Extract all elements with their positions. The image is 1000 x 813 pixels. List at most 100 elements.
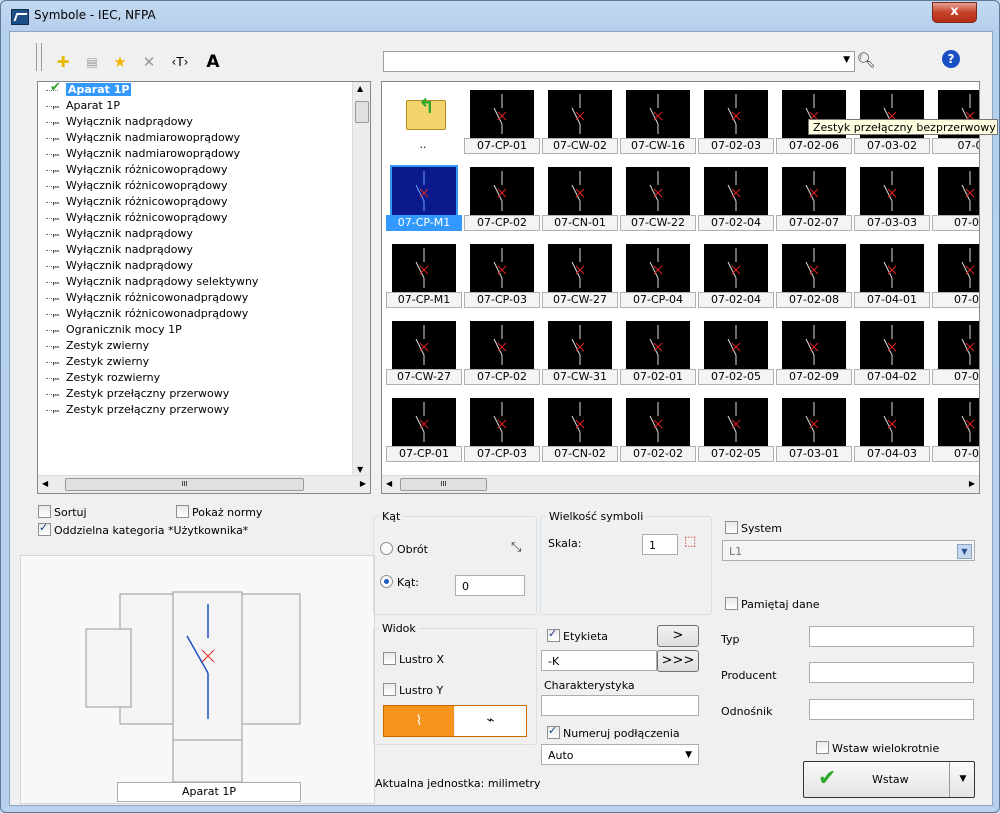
tree-item[interactable]: ⌐ Zestyk rozwierny [38,370,160,386]
chevron-down-icon[interactable]: ▼ [685,745,692,766]
checkbox-box[interactable] [176,505,189,518]
label-checkbox[interactable]: Etykieta [547,627,608,643]
symbol-cell[interactable]: 07-02-04 [698,163,774,233]
add-category-icon[interactable]: ✚ [53,52,73,72]
symbol-cell[interactable]: 07-05 [932,317,979,387]
scroll-left-icon[interactable]: ◀ [386,479,392,488]
tree-item[interactable]: ⌐ Zestyk zwierny [38,338,149,354]
close-button[interactable]: x [932,2,977,23]
tree-item[interactable]: ⌐ Wyłącznik nadprądowy selektywny [38,274,258,290]
label-input[interactable]: -K [541,650,657,671]
angle-radio[interactable]: Kąt: [380,575,419,589]
tree-item[interactable]: ⌐ Wyłącznik nadmiarowoprądowy [38,130,240,146]
symbol-cell[interactable]: 07-CP-02 [464,163,540,233]
chevron-down-icon[interactable]: ▼ [957,544,972,559]
tree-item[interactable]: ⌐ Wyłącznik różnicowoprądowy [38,178,228,194]
tree-item[interactable]: ⌐ Wyłącznik różnicowonadprądowy [38,290,248,306]
symbol-cell[interactable]: 07-02-05 [698,317,774,387]
symbol-cell[interactable]: 07-02-03 [698,86,774,156]
tree-item[interactable]: ⌐ Wyłącznik nadprądowy [38,226,193,242]
tree-item[interactable]: ✔ Aparat 1P [38,82,132,98]
scroll-right-icon[interactable]: ▶ [969,479,975,488]
symbol-cell[interactable]: 07-05 [932,394,979,464]
tree-item[interactable]: ⌐ Ogranicznik mocy 1P [38,322,182,338]
radio-circle[interactable] [380,575,393,588]
numbering-select[interactable]: Auto ▼ [541,744,699,765]
search-input[interactable]: ▼ [383,51,855,72]
radio-circle[interactable] [380,542,393,555]
reference-input[interactable] [809,699,974,720]
checkbox-box[interactable] [816,741,829,754]
symbol-cell[interactable]: 07-02-01 [620,317,696,387]
symbol-cell[interactable]: 07-CW-27 [542,240,618,310]
symbol-cell[interactable]: 07-CW-31 [542,317,618,387]
symbol-cell[interactable]: 07-02-09 [776,317,852,387]
checkbox-box[interactable] [547,627,560,642]
tree-vertical-scrollbar[interactable]: ▲ ▼ [352,82,370,476]
scale-pick-icon[interactable]: ⬚ [684,534,696,549]
symbol-cell[interactable]: 07-CP-M1 [386,240,462,310]
tree-item[interactable]: ⌐ Aparat 1P [38,98,120,114]
delete-icon[interactable]: ✕ [139,52,159,72]
tree-item[interactable]: ⌐ Wyłącznik nadmiarowoprądowy [38,146,240,162]
scroll-down-icon[interactable]: ▼ [357,465,363,474]
checkbox-box[interactable] [725,521,738,534]
symbol-cell[interactable]: ↰.. [386,86,462,156]
symbol-cell[interactable]: 07-02-05 [698,394,774,464]
checkbox-box[interactable] [383,683,396,696]
symbol-cell[interactable]: 07-04-03 [854,394,930,464]
tree-item[interactable]: ⌐ Wyłącznik nadprądowy [38,114,193,130]
symbol-cell[interactable]: 07-CW-22 [620,163,696,233]
system-select[interactable]: L1 ▼ [722,540,975,561]
symbol-cell[interactable]: 07-03-03 [854,163,930,233]
checkbox-box[interactable] [38,505,51,518]
symbol-cell[interactable]: 07-03-01 [776,394,852,464]
mirror-x-checkbox[interactable]: Lustro X [383,652,444,666]
symbol-cell[interactable]: 07-05 [932,163,979,233]
symbol-cell[interactable]: 07-CW-27 [386,317,462,387]
symbol-cell[interactable]: 07-CN-01 [542,163,618,233]
producer-input[interactable] [809,662,974,683]
mirror-y-checkbox[interactable]: Lustro Y [383,683,443,697]
symbol-cell[interactable]: 07-CW-02 [542,86,618,156]
symbol-cell[interactable]: 07-02-07 [776,163,852,233]
symbol-cell[interactable]: 07-CP-03 [464,240,540,310]
characteristics-input[interactable] [541,695,699,716]
type-input[interactable] [809,626,974,647]
insert-dropdown-icon[interactable]: ▼ [949,762,976,797]
tree-item[interactable]: ⌐ Wyłącznik różnicowonadprądowy [38,306,248,322]
symbol-grid[interactable]: ↰.. 07-CP-01 07-CW-02 07-CW-16 07-02-03 07-02… [381,81,980,494]
favorite-star-icon[interactable]: ★ [110,52,130,72]
all-labels-button[interactable]: >>> [657,650,699,672]
scroll-up-icon[interactable]: ▲ [357,84,363,93]
properties-icon[interactable]: ▤ [82,52,102,72]
symbol-cell[interactable]: 07-CP-M1 [386,163,462,233]
checkbox-box[interactable] [725,597,738,610]
scroll-thumb[interactable]: III [400,478,487,491]
symbol-cell[interactable]: 07-02-02 [620,394,696,464]
tree-item[interactable]: ⌐ Zestyk przełączny przerwowy [38,402,229,418]
symbol-cell[interactable]: 07-02-04 [698,240,774,310]
angle-input[interactable]: 0 [455,575,525,596]
orientation-toggle[interactable]: ⌇ ⌁ [383,705,527,737]
tree-item[interactable]: ⌐ Wyłącznik nadprądowy [38,258,193,274]
rotate-cursor-icon[interactable]: ⤡ [511,540,521,555]
checkbox-box[interactable] [38,521,51,536]
insert-button[interactable]: ✔ Wstaw ▼ [803,761,975,798]
symbol-cell[interactable]: 07-05 [932,240,979,310]
next-label-button[interactable]: > [657,625,699,647]
checkbox-box[interactable] [547,724,560,739]
sort-checkbox[interactable]: Sortuj [38,505,87,519]
tree-item[interactable]: ⌐ Zestyk zwierny [38,354,149,370]
tree-item[interactable]: ⌐ Wyłącznik różnicowoprądowy [38,194,228,210]
rotation-radio[interactable]: Obrót [380,542,428,556]
tree-item[interactable]: ⌐ Wyłącznik różnicowoprądowy [38,162,228,178]
search-icon[interactable]: 🔍︎ [856,50,876,70]
scroll-left-icon[interactable]: ◀ [42,479,48,488]
symbol-cell[interactable]: 07-CP-01 [464,86,540,156]
category-tree[interactable]: ✔ Aparat 1P ⌐ Aparat 1P ⌐ Wyłącznik nadprądow… [37,81,371,494]
search-dropdown-icon[interactable]: ▼ [843,55,850,65]
horizontal-orientation-button[interactable]: ⌁ [455,706,526,736]
symbol-cell[interactable]: 07-04-02 [854,317,930,387]
symbol-cell[interactable]: 07-CW-16 [620,86,696,156]
